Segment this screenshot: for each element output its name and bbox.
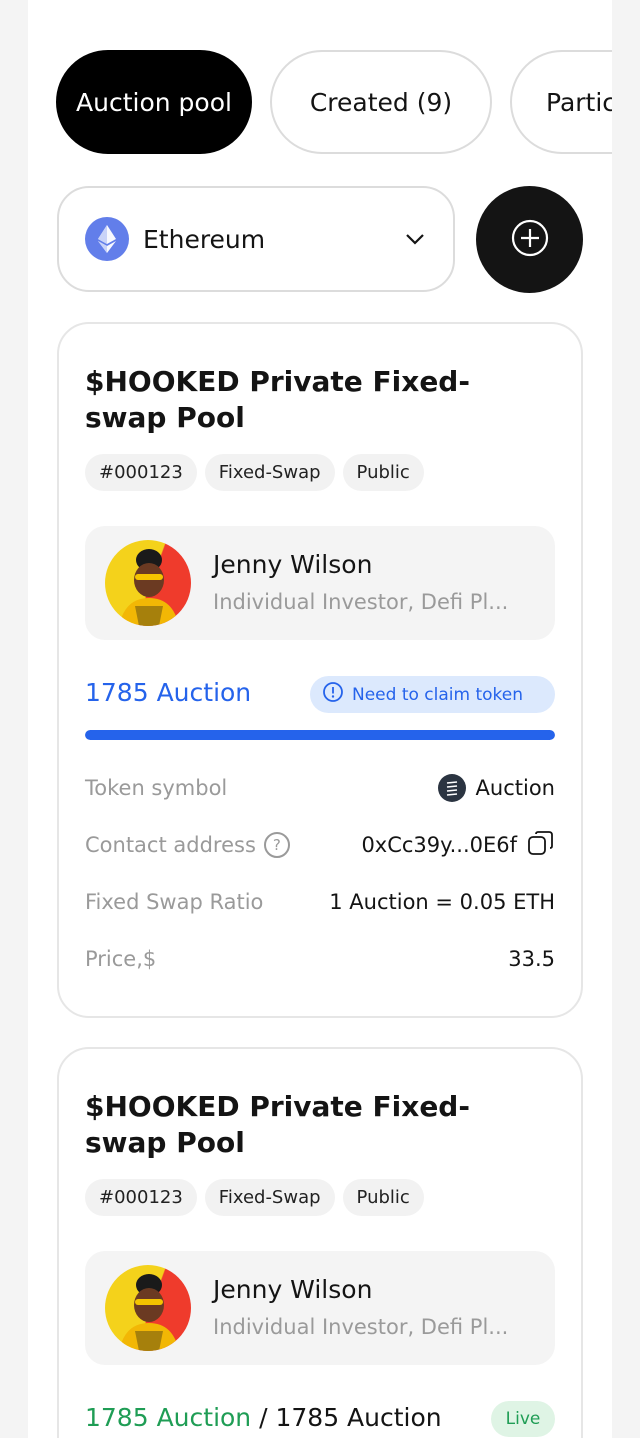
pool-card[interactable]: $HOOKED Private Fixed-swap Pool #000123 … (57, 1047, 583, 1438)
app-panel: Auction pool Created (9) Partic Ethereum (28, 0, 612, 1438)
creator-role: Individual Investor, Defi Pl... (213, 1315, 509, 1339)
live-status-badge: Live (491, 1401, 555, 1437)
progress-fill (85, 730, 555, 740)
contract-address-label: Contact address (85, 833, 256, 857)
auction-total: 1785 Auction (275, 1403, 442, 1432)
chain-select-label: Ethereum (143, 224, 266, 254)
info-icon (322, 681, 344, 708)
creator-role: Individual Investor, Defi Pl... (213, 590, 509, 614)
price-label: Price,$ (85, 947, 157, 971)
creator-info[interactable]: Jenny Wilson Individual Investor, Defi P… (85, 1251, 555, 1365)
creator-info[interactable]: Jenny Wilson Individual Investor, Defi P… (85, 526, 555, 640)
claim-status-label: Need to claim token (352, 684, 524, 705)
row-token-symbol: Token symbol Auction (85, 770, 555, 806)
creator-name: Jenny Wilson (213, 550, 373, 579)
token-symbol-value: Auction (437, 774, 555, 802)
tab-auction-pool[interactable]: Auction pool (56, 50, 252, 154)
pool-tags: #000123 Fixed-Swap Public (85, 454, 424, 491)
tag-visibility: Public (342, 454, 424, 491)
row-swap-ratio: Fixed Swap Ratio 1 Auction = 0.05 ETH (85, 884, 555, 920)
creator-name: Jenny Wilson (213, 1275, 373, 1304)
chain-select[interactable]: Ethereum (57, 186, 455, 292)
copy-icon[interactable] (527, 829, 555, 862)
add-pool-button[interactable] (476, 186, 583, 293)
chevron-down-icon (403, 227, 427, 251)
row-price: Price,$ 33.5 (85, 941, 555, 977)
swap-ratio-label: Fixed Swap Ratio (85, 890, 264, 914)
pool-title: $HOOKED Private Fixed-swap Pool (85, 1090, 470, 1159)
auction-sold-total: 1785 Auction / 1785 Auction (85, 1403, 442, 1432)
token-symbol-text: Auction (475, 776, 555, 800)
auction-progress-bar (85, 730, 555, 740)
claim-status-badge[interactable]: Need to claim token (310, 676, 555, 713)
filter-tabs: Auction pool Created (9) Partic (56, 50, 612, 158)
tab-created[interactable]: Created (9) (270, 50, 492, 154)
avatar (105, 540, 191, 626)
tag-visibility: Public (342, 1179, 424, 1216)
auction-sold: 1785 Auction (85, 1403, 252, 1432)
pool-title: $HOOKED Private Fixed-swap Pool (85, 365, 470, 434)
avatar (105, 1265, 191, 1351)
contract-address-value: 0xCc39y...0E6f (361, 833, 517, 857)
pool-card[interactable]: $HOOKED Private Fixed-swap Pool #000123 … (57, 322, 583, 1018)
ethereum-icon (85, 217, 129, 261)
tag-pool-type: Fixed-Swap (204, 454, 335, 491)
tag-pool-type: Fixed-Swap (204, 1179, 335, 1216)
row-contract-address: Contact address ? 0xCc39y...0E6f (85, 827, 555, 863)
swap-ratio-value: 1 Auction = 0.05 ETH (329, 890, 555, 914)
help-icon[interactable]: ? (263, 832, 290, 858)
sold-separator: / (251, 1403, 276, 1432)
auction-count: 1785 Auction (85, 678, 252, 707)
price-value: 33.5 (508, 947, 555, 971)
pool-tags: #000123 Fixed-Swap Public (85, 1179, 424, 1216)
plus-circle-icon (510, 218, 550, 262)
token-icon (437, 774, 466, 802)
token-symbol-label: Token symbol (85, 776, 228, 800)
tag-pool-id: #000123 (85, 1179, 197, 1216)
tab-participated[interactable]: Partic (510, 50, 612, 154)
tag-pool-id: #000123 (85, 454, 197, 491)
